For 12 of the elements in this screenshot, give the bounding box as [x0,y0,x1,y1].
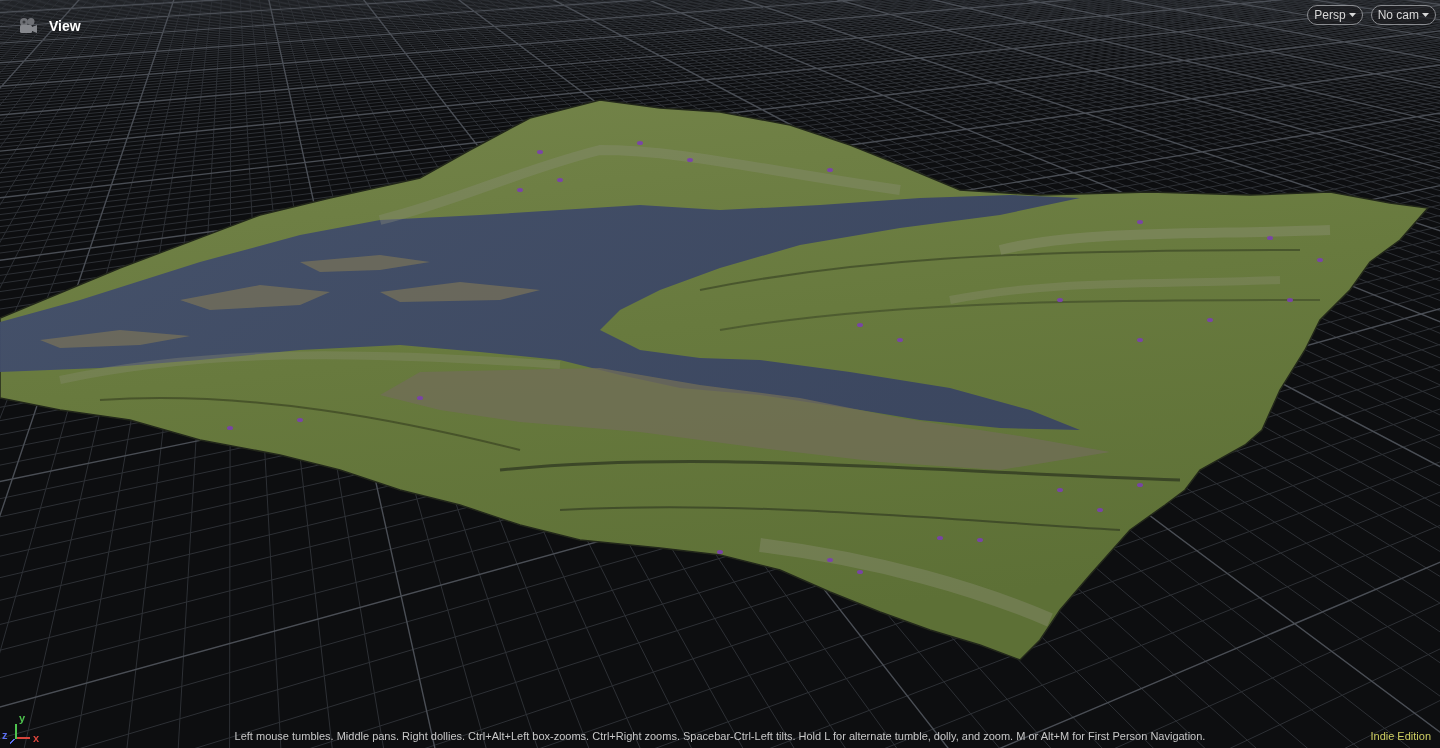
camera-icon [17,17,37,34]
axis-label: x [33,732,40,744]
caret-down-icon [1422,13,1429,17]
camera-dropdown[interactable]: Persp [1307,5,1363,25]
axis-label: y [19,712,26,724]
caret-down-icon [1348,13,1356,17]
axis-gizmo-icon [9,724,30,744]
camera-dropdown[interactable]: No cam [1370,5,1436,25]
viewport-title: View [49,18,81,33]
navigation-hint: Left mouse tumbles. Middle pans. Right dollies. Ctrl+Alt+Left box-zooms. Ctrl+Right zooms. Spacebar-Ctrl-Left tilts. Hold L for alternate tumble, dolly, and zoom. M or Alt+M for First Person Navigation. [234,731,1206,742]
axis-label: z [2,729,8,741]
edition-label: Indie Edition [1370,731,1431,742]
